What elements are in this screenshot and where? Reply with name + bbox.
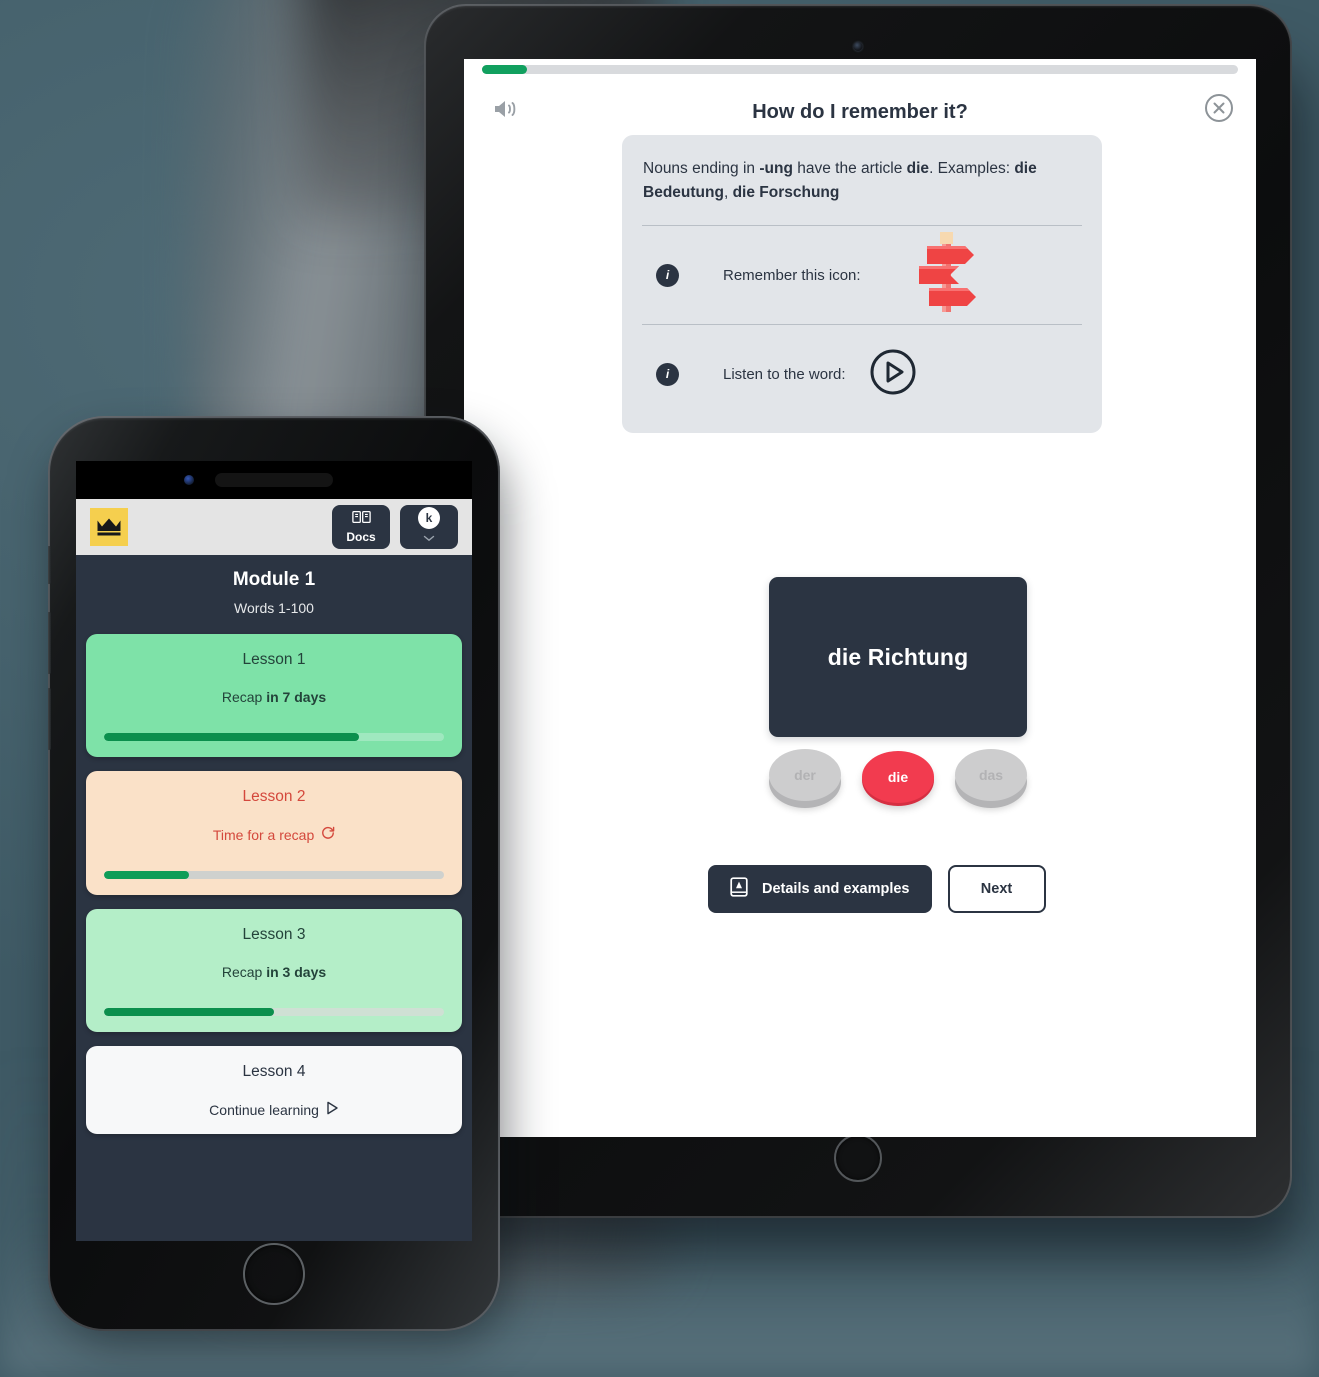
lesson-card[interactable]: Lesson 2 Time for a recap	[86, 771, 462, 895]
lesson-progress-fill	[104, 1008, 274, 1016]
account-button[interactable]: k	[400, 505, 458, 549]
phone-screen: Docs k Module 1 Words 1-100 Lesson 1 Reca…	[76, 461, 472, 1241]
module-header: Module 1 Words 1-100	[76, 555, 472, 626]
article-option-label: der	[794, 767, 816, 783]
phone-status-bar	[76, 461, 472, 499]
info-icon: i	[656, 263, 679, 287]
docs-button-label: Docs	[346, 530, 376, 544]
avatar: k	[418, 507, 440, 529]
hint-label-remember-icon: Remember this icon:	[723, 266, 861, 284]
phone-frame: Docs k Module 1 Words 1-100 Lesson 1 Reca…	[48, 416, 500, 1331]
lesson-card[interactable]: Lesson 4 Continue learning	[86, 1046, 462, 1134]
phone-volume-up-button[interactable]	[48, 612, 51, 674]
lesson-status: Recap in 7 days	[221, 689, 327, 705]
tablet-home-button[interactable]	[834, 1134, 882, 1182]
lesson-name: Lesson 3	[242, 926, 306, 943]
book-icon	[351, 510, 371, 529]
lesson-progress-bar	[104, 733, 444, 741]
info-icon: i	[656, 362, 679, 386]
lesson-progress-bar	[482, 65, 1238, 74]
phone-volume-down-button[interactable]	[48, 688, 51, 750]
tablet-frame: How do I remember it? Nouns ending in -u…	[424, 4, 1292, 1218]
next-button[interactable]: Next	[947, 865, 1046, 913]
word-text: die Richtung	[827, 643, 969, 670]
docs-button[interactable]: Docs	[332, 505, 390, 549]
article-option-label: die	[887, 769, 909, 785]
app-topbar: Docs k	[76, 499, 472, 555]
action-buttons: Details and examples Next	[708, 865, 1046, 913]
page-title: How do I remember it?	[752, 101, 968, 123]
article-options: der die das	[769, 749, 1027, 819]
details-and-examples-button[interactable]: Details and examples	[708, 865, 932, 913]
article-option-label: das	[978, 767, 1004, 783]
details-button-label: Details and examples	[762, 881, 910, 897]
phone-device: Docs k Module 1 Words 1-100 Lesson 1 Reca…	[48, 416, 504, 1342]
lesson-name: Lesson 2	[242, 788, 306, 805]
module-subtitle: Words 1-100	[234, 600, 314, 616]
tablet-screen: How do I remember it? Nouns ending in -u…	[464, 59, 1256, 1137]
lesson-progress-fill	[482, 65, 528, 74]
lesson-progress-fill	[104, 871, 189, 879]
article-option-die[interactable]: die	[862, 751, 934, 803]
grammar-rule-text: Nouns ending in -ung have the article di…	[643, 160, 1037, 202]
tablet-camera-icon	[853, 42, 863, 51]
module-title: Module 1	[232, 569, 316, 590]
lesson-progress-bar	[104, 1008, 444, 1016]
word-card: die Richtung	[769, 577, 1027, 737]
hint-row-icon: i Remember this icon:	[642, 226, 1082, 324]
article-option-das[interactable]: das	[955, 749, 1027, 801]
play-icon[interactable]	[868, 347, 918, 402]
lesson-progress-fill	[104, 733, 359, 741]
crown-logo-icon[interactable]	[90, 508, 128, 546]
lesson-name: Lesson 4	[242, 1063, 306, 1080]
phone-home-button[interactable]	[243, 1243, 305, 1305]
lesson-status: Recap in 3 days	[221, 964, 327, 980]
refresh-icon	[321, 826, 335, 843]
hint-row-audio: i Listen to the word:	[642, 325, 1082, 423]
hint-panel: Nouns ending in -ung have the article di…	[622, 135, 1102, 434]
phone-camera-icon	[184, 475, 194, 485]
tablet-device: How do I remember it? Nouns ending in -u…	[424, 4, 1302, 1254]
lesson-progress-bar	[104, 871, 444, 879]
hint-label-listen: Listen to the word:	[723, 365, 846, 383]
lesson-status: Time for a recap	[104, 826, 444, 843]
lesson-list: Lesson 1 Recap in 7 days Lesson 2 Time for …	[76, 626, 472, 1134]
lesson-card[interactable]: Lesson 1 Recap in 7 days	[86, 634, 462, 757]
lesson-name: Lesson 1	[242, 651, 306, 668]
phone-speaker-grille	[215, 473, 333, 487]
lesson-card[interactable]: Lesson 3 Recap in 3 days	[86, 909, 462, 1032]
phone-mute-switch[interactable]	[48, 546, 51, 584]
lesson-status: Continue learning	[104, 1101, 444, 1118]
article-option-der[interactable]: der	[769, 749, 841, 801]
book-page-icon	[730, 877, 748, 901]
signpost-icon	[909, 230, 983, 321]
next-button-label: Next	[980, 881, 1013, 897]
chevron-down-icon	[423, 529, 435, 547]
play-triangle-icon	[326, 1101, 339, 1118]
